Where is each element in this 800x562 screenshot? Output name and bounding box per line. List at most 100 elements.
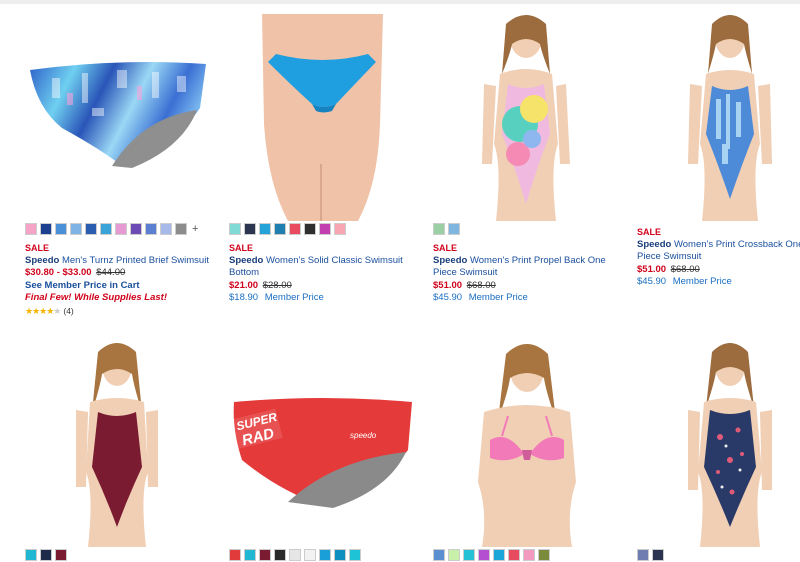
member-price: $45.90 Member Price — [637, 276, 800, 289]
product-info: SALE Speedo Women's Print Propel Back On… — [433, 242, 623, 305]
color-swatch[interactable] — [289, 549, 301, 561]
color-swatch[interactable] — [259, 549, 271, 561]
product-image[interactable] — [22, 38, 212, 178]
original-price: $68.00 — [670, 263, 700, 275]
more-colors-link[interactable]: + — [192, 223, 198, 235]
sale-price: $21.00 — [229, 279, 259, 291]
color-swatch[interactable] — [25, 549, 37, 561]
color-swatch[interactable] — [448, 223, 460, 235]
member-price-label: Member Price — [468, 292, 528, 303]
member-price-label: Member Price — [264, 292, 324, 303]
sale-price: $51.00 — [637, 263, 667, 275]
product-info: SALE Speedo Men's Turnz Printed Brief Sw… — [25, 242, 225, 317]
color-swatch[interactable] — [100, 223, 112, 235]
color-swatch[interactable] — [175, 223, 187, 235]
rating-count: (4) — [63, 305, 74, 316]
product-image[interactable]: SUPER RAD speedo — [228, 390, 418, 510]
color-swatch[interactable] — [334, 549, 346, 561]
color-swatch[interactable] — [433, 549, 445, 561]
color-swatch[interactable] — [40, 549, 52, 561]
color-swatch[interactable] — [463, 549, 475, 561]
product-image[interactable] — [462, 342, 592, 547]
product-image[interactable] — [680, 342, 780, 547]
product-title[interactable]: Speedo Men's Turnz Printed Brief Swimsui… — [25, 255, 225, 268]
color-swatches — [433, 223, 460, 235]
brand-name[interactable]: Speedo — [229, 255, 263, 266]
product-image[interactable] — [470, 14, 580, 221]
member-price-value: $45.90 — [637, 276, 667, 287]
product-name[interactable]: Men's Turnz Printed Brief Swimsuit — [62, 255, 209, 266]
color-swatch[interactable] — [637, 549, 649, 561]
color-swatch[interactable] — [25, 223, 37, 235]
color-swatch[interactable] — [493, 549, 505, 561]
color-swatch[interactable] — [349, 549, 361, 561]
product-title[interactable]: Speedo Women's Print Crossback One Piece… — [637, 239, 800, 264]
member-price: $45.90 Member Price — [433, 292, 623, 305]
sale-label: SALE — [25, 243, 50, 253]
color-swatches: + — [25, 223, 198, 235]
member-price-link[interactable]: See Member Price in Cart — [25, 280, 225, 293]
brand-name[interactable]: Speedo — [25, 255, 59, 266]
star-rating-icon: ★★★★★ — [25, 305, 61, 316]
top-divider — [0, 0, 800, 4]
color-swatch[interactable] — [160, 223, 172, 235]
sale-price: $51.00 — [433, 279, 463, 291]
original-price: $28.00 — [262, 279, 292, 291]
product-title[interactable]: Speedo Women's Print Propel Back One Pie… — [433, 255, 623, 280]
color-swatch[interactable] — [40, 223, 52, 235]
member-price: $18.90 Member Price — [229, 292, 429, 305]
color-swatch[interactable] — [304, 549, 316, 561]
color-swatches — [229, 223, 346, 235]
color-swatch[interactable] — [145, 223, 157, 235]
color-swatch[interactable] — [319, 549, 331, 561]
original-price: $44.00 — [96, 267, 126, 278]
color-swatch[interactable] — [508, 549, 520, 561]
color-swatch[interactable] — [478, 549, 490, 561]
sale-price: $30.80 - $33.00 — [25, 267, 92, 278]
color-swatch[interactable] — [538, 549, 550, 561]
brand-name[interactable]: Speedo — [637, 239, 671, 250]
color-swatch[interactable] — [229, 223, 241, 235]
member-price-label: Member Price — [672, 276, 732, 287]
promo-text: Final Few! While Supplies Last! — [25, 292, 167, 303]
product-title[interactable]: Speedo Women's Solid Classic Swimsuit Bo… — [229, 255, 429, 280]
color-swatch[interactable] — [652, 549, 664, 561]
color-swatch[interactable] — [70, 223, 82, 235]
color-swatch[interactable] — [274, 223, 286, 235]
color-swatch[interactable] — [448, 549, 460, 561]
color-swatches — [433, 549, 550, 561]
color-swatch[interactable] — [523, 549, 535, 561]
color-swatches — [25, 549, 67, 561]
sale-label: SALE — [433, 243, 458, 253]
color-swatch[interactable] — [244, 549, 256, 561]
color-swatch[interactable] — [259, 223, 271, 235]
sale-label: SALE — [229, 243, 254, 253]
color-swatch[interactable] — [304, 223, 316, 235]
original-price: $68.00 — [466, 279, 496, 291]
brand-name[interactable]: Speedo — [433, 255, 467, 266]
svg-text:speedo: speedo — [350, 431, 377, 440]
color-swatch[interactable] — [274, 549, 286, 561]
color-swatch[interactable] — [229, 549, 241, 561]
color-swatch[interactable] — [85, 223, 97, 235]
color-swatch[interactable] — [244, 223, 256, 235]
color-swatch[interactable] — [433, 223, 445, 235]
color-swatch[interactable] — [115, 223, 127, 235]
color-swatches — [229, 549, 361, 561]
color-swatch[interactable] — [130, 223, 142, 235]
color-swatch[interactable] — [55, 223, 67, 235]
member-price-value: $18.90 — [229, 292, 259, 303]
color-swatch[interactable] — [319, 223, 331, 235]
product-info: SALE Speedo Women's Print Crossback One … — [637, 226, 800, 289]
product-image[interactable] — [228, 14, 416, 221]
rating[interactable]: ★★★★★ (4) — [25, 305, 225, 318]
member-price-value: $45.90 — [433, 292, 463, 303]
product-info: SALE Speedo Women's Solid Classic Swimsu… — [229, 242, 429, 305]
color-swatches — [637, 549, 664, 561]
sale-label: SALE — [637, 227, 662, 237]
product-image[interactable] — [62, 342, 172, 547]
color-swatch[interactable] — [289, 223, 301, 235]
product-image[interactable] — [680, 14, 780, 221]
color-swatch[interactable] — [55, 549, 67, 561]
color-swatch[interactable] — [334, 223, 346, 235]
